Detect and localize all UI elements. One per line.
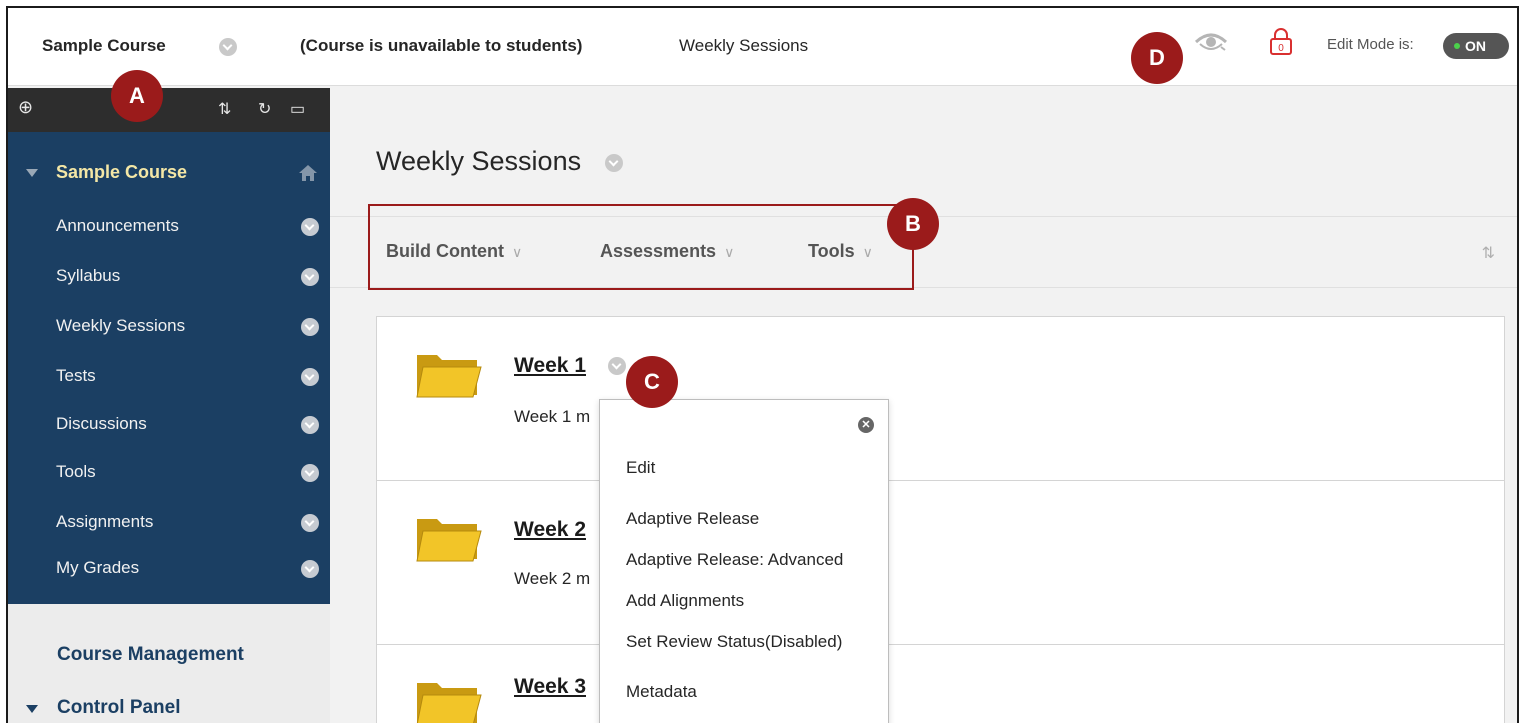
close-icon[interactable]: ✕ — [858, 417, 874, 433]
refresh-icon[interactable]: ↻ — [258, 99, 271, 119]
sidebar-item-my-grades[interactable]: My Grades — [8, 548, 330, 588]
course-menu: Sample Course Announcements Syllabus Wee… — [8, 132, 330, 604]
page-title: Weekly Sessions — [376, 146, 582, 176]
edit-mode-value: ON — [1465, 38, 1486, 54]
sidebar-management: Course Management Control Panel — [8, 604, 330, 723]
content-item-title[interactable]: Week 1 — [514, 354, 586, 378]
chevron-down-icon[interactable] — [301, 318, 319, 336]
menu-item-add-alignments[interactable]: Add Alignments — [626, 591, 744, 611]
collapse-triangle-icon[interactable] — [26, 705, 38, 713]
content-item-week-3: Week 3 — [377, 645, 1504, 723]
menu-item-adaptive-release[interactable]: Adaptive Release — [626, 509, 759, 529]
sidebar-item-label: Tools — [56, 462, 96, 481]
chevron-down-icon[interactable] — [301, 514, 319, 532]
sidebar-toolbar: ⊕ ⇅ ↻ ▭ — [8, 88, 330, 132]
student-preview-eye-icon[interactable] — [1194, 30, 1228, 54]
sidebar-course-name: Sample Course — [56, 162, 188, 182]
content-item-title[interactable]: Week 3 — [514, 675, 586, 699]
sidebar-item-assignments[interactable]: Assignments — [8, 502, 330, 542]
content-item-title[interactable]: Week 2 — [514, 518, 586, 542]
control-panel-link[interactable]: Control Panel — [57, 697, 181, 719]
sort-icon[interactable]: ⇅ — [218, 99, 231, 119]
sidebar-item-label: Assignments — [56, 512, 154, 531]
menu-item-adaptive-release-advanced[interactable]: Adaptive Release: Advanced — [626, 550, 843, 570]
sidebar-item-label: My Grades — [56, 558, 140, 577]
main-content: Weekly Sessions Build Content ∨ Assessmen… — [330, 88, 1517, 723]
sidebar-item-label: Weekly Sessions — [56, 316, 186, 335]
sidebar-item-label: Discussions — [56, 414, 147, 433]
item-context-menu: ✕ Edit Adaptive Release Adaptive Release… — [599, 399, 889, 723]
callout-badge-b: B — [887, 198, 939, 250]
folder-icon — [416, 683, 482, 723]
lock-icon[interactable]: 0 — [1270, 27, 1292, 55]
sidebar-item-weekly-sessions[interactable]: Weekly Sessions — [8, 306, 330, 346]
sidebar-item-discussions[interactable]: Discussions — [8, 404, 330, 444]
callout-highlight-box — [368, 204, 914, 290]
edit-mode-label: Edit Mode is: — [1327, 36, 1414, 53]
top-bar: Sample Course (Course is unavailable to … — [8, 8, 1517, 86]
sidebar-course-header[interactable]: Sample Course — [8, 152, 330, 192]
chevron-down-icon[interactable] — [301, 268, 319, 286]
sidebar-item-tools[interactable]: Tools — [8, 452, 330, 492]
chevron-down-icon[interactable] — [301, 218, 319, 236]
content-item-week-2: Week 2 Week 2 m — [377, 481, 1504, 645]
course-management-heading: Course Management — [57, 644, 244, 665]
toggle-status-dot-icon — [1454, 43, 1460, 49]
course-availability-text: (Course is unavailable to students) — [300, 36, 583, 55]
sidebar-item-label: Announcements — [56, 216, 179, 235]
sidebar-item-tests[interactable]: Tests — [8, 356, 330, 396]
sidebar-item-syllabus[interactable]: Syllabus — [8, 256, 330, 296]
callout-badge-d: D — [1131, 32, 1183, 84]
edit-mode-toggle[interactable]: ON — [1443, 33, 1509, 59]
content-item-description: Week 2 m — [514, 569, 591, 588]
home-icon[interactable] — [298, 164, 318, 182]
course-title[interactable]: Sample Course — [42, 36, 166, 56]
content-item-description: Week 1 m — [514, 407, 591, 426]
sidebar-item-announcements[interactable]: Announcements — [8, 206, 330, 246]
content-item-week-1: Week 1 Week 1 m — [377, 317, 1504, 481]
chevron-down-icon[interactable] — [301, 368, 319, 386]
breadcrumb-current: Weekly Sessions — [679, 36, 809, 55]
folder-icon — [416, 355, 482, 398]
folder-icon — [416, 519, 482, 562]
content-list: Week 1 Week 1 m Week 2 Week 2 m Week 3 — [376, 316, 1505, 723]
callout-badge-c: C — [626, 356, 678, 408]
menu-item-set-review-status[interactable]: Set Review Status(Disabled) — [626, 632, 842, 652]
sidebar-item-label: Syllabus — [56, 266, 121, 285]
chevron-down-icon[interactable] — [301, 416, 319, 434]
collapse-triangle-icon[interactable] — [26, 169, 38, 177]
course-menu-chevron-icon[interactable] — [219, 38, 237, 56]
callout-badge-a: A — [111, 70, 163, 122]
add-menu-item-icon[interactable]: ⊕ — [18, 97, 33, 118]
chevron-down-icon[interactable] — [301, 560, 319, 578]
menu-item-metadata[interactable]: Metadata — [626, 682, 697, 702]
reorder-icon[interactable]: ⇅ — [1482, 243, 1495, 263]
page-options-chevron-icon[interactable] — [605, 154, 623, 172]
chevron-down-icon[interactable] — [301, 464, 319, 482]
sidebar-item-label: Tests — [56, 366, 96, 385]
folder-view-icon[interactable]: ▭ — [290, 99, 305, 119]
menu-item-edit[interactable]: Edit — [626, 458, 655, 478]
lock-count: 0 — [1278, 43, 1284, 54]
item-options-chevron-icon[interactable] — [608, 357, 626, 375]
